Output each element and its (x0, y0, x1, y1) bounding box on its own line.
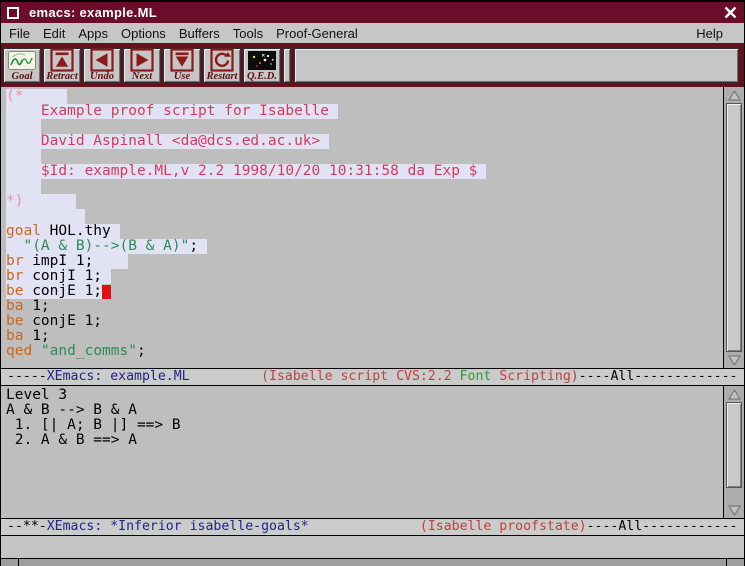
code-line: be conjE 1; (6, 284, 723, 299)
qed-button[interactable]: Q.E.D. (243, 48, 281, 83)
code-line: br impI 1; (6, 254, 723, 269)
retract-button[interactable]: Retract (43, 48, 81, 83)
scrollbar-thumb[interactable] (726, 103, 742, 352)
toolbar-button-label: Retract (46, 71, 78, 82)
restart-button[interactable]: Restart (203, 48, 241, 83)
goals-line: Level 3 (6, 388, 723, 403)
resize-handle-middle[interactable] (19, 559, 727, 566)
code-line (6, 119, 723, 134)
modeline-goals[interactable]: --**-XEmacs: *Inferior isabelle-goals* (… (1, 518, 744, 536)
goal-button[interactable]: Goal (3, 48, 41, 83)
use-icon (170, 50, 194, 71)
goals-line: 1. [| A; B |] ==> B (6, 418, 723, 433)
code-line: David Aspinall <da@dcs.ed.ac.uk> (6, 134, 723, 149)
close-button[interactable] (722, 5, 738, 21)
code-line: ba 1; (6, 299, 723, 314)
script-buffer-text[interactable]: (* Example proof script for Isabelle Dav… (1, 87, 723, 368)
text-cursor (102, 285, 111, 299)
code-line: *) (6, 194, 723, 209)
next-icon (130, 50, 154, 71)
code-line: qed "and_comms"; (6, 344, 723, 359)
window-title: emacs: example.ML (29, 5, 722, 20)
goals-line: A & B --> B & A (6, 403, 723, 418)
code-line: goal HOL.thy (6, 224, 723, 239)
code-line: (* (6, 89, 723, 104)
undo-icon (90, 50, 114, 71)
qed-stars-icon (248, 50, 276, 71)
code-line: Example proof script for Isabelle (6, 104, 723, 119)
retract-icon (50, 50, 74, 71)
scrollbar-down-icon[interactable] (724, 353, 744, 367)
resize-handle-right[interactable] (727, 559, 744, 566)
modeline-script[interactable]: -----XEmacs: example.ML (Isabelle script… (1, 368, 744, 386)
scrollbar-thumb[interactable] (726, 402, 742, 488)
scrollbar-down-icon[interactable] (724, 503, 744, 517)
window-menu-icon[interactable] (7, 7, 19, 19)
restart-icon (210, 50, 234, 71)
modeline-goals-text: --**-XEmacs: *Inferior isabelle-goals* (… (1, 519, 744, 535)
code-line: ba 1; (6, 329, 723, 344)
menu-bar: File Edit Apps Options Buffers Tools Proof-Gen… (1, 23, 744, 43)
menu-item-proof-general[interactable]: Proof-General (276, 26, 358, 41)
toolbar-button-label: Restart (207, 71, 238, 82)
toolbar-filler (294, 48, 739, 83)
code-line: "(A & B)-->(B & A)"; (6, 239, 723, 254)
undo-button[interactable]: Undo (83, 48, 121, 83)
script-buffer-window: (* Example proof script for Isabelle Dav… (1, 87, 744, 368)
goals-scrollbar[interactable] (723, 386, 744, 518)
toolbar-button-label: Use (174, 71, 190, 82)
code-line (6, 149, 723, 164)
xemacs-window: emacs: example.ML File Edit Apps Options Buf… (0, 0, 745, 566)
menu-bar-items: File Edit Apps Options Buffers Tools Proof-Gen… (9, 26, 696, 41)
toolbar-button-label: Goal (12, 71, 33, 82)
scrollbar-up-icon[interactable] (724, 88, 744, 102)
resize-handle-left[interactable] (1, 559, 19, 566)
isabelle-logo-icon (8, 50, 36, 71)
modeline-script-text: -----XEmacs: example.ML (Isabelle script… (1, 369, 744, 385)
code-line: $Id: example.ML,v 2.2 1998/10/20 10:31:5… (6, 164, 723, 179)
use-button[interactable]: Use (163, 48, 201, 83)
title-bar: emacs: example.ML (1, 0, 744, 23)
goals-line: 2. A & B ==> A (6, 433, 723, 448)
menu-item-apps[interactable]: Apps (78, 26, 108, 41)
menu-item-options[interactable]: Options (121, 26, 166, 41)
goals-buffer-text[interactable]: Level 3A & B --> B & A 1. [| A; B |] ==>… (1, 386, 723, 518)
toolbar-button-label: Q.E.D. (247, 71, 277, 82)
frame-resize-bar[interactable] (1, 558, 744, 566)
goals-buffer-window: Level 3A & B --> B & A 1. [| A; B |] ==>… (1, 386, 744, 518)
toolbar-button-label: Next (132, 71, 152, 82)
scrollbar-up-icon[interactable] (724, 387, 744, 401)
close-icon (724, 6, 737, 19)
code-line: br conjI 1; (6, 269, 723, 284)
next-button[interactable]: Next (123, 48, 161, 83)
code-line (6, 209, 723, 224)
toolbar-button-label: Undo (90, 71, 114, 82)
code-line (6, 179, 723, 194)
menu-item-help[interactable]: Help (696, 26, 723, 41)
menu-item-tools[interactable]: Tools (233, 26, 263, 41)
code-line: be conjE 1; (6, 314, 723, 329)
toolbar-separator (283, 48, 291, 83)
menu-item-buffers[interactable]: Buffers (179, 26, 220, 41)
menu-item-edit[interactable]: Edit (43, 26, 65, 41)
minibuffer[interactable] (1, 536, 744, 558)
toolbar: Goal Retract Undo Next Use Restart Q.E.D. (1, 43, 744, 87)
menu-item-file[interactable]: File (9, 26, 30, 41)
script-scrollbar[interactable] (723, 87, 744, 368)
